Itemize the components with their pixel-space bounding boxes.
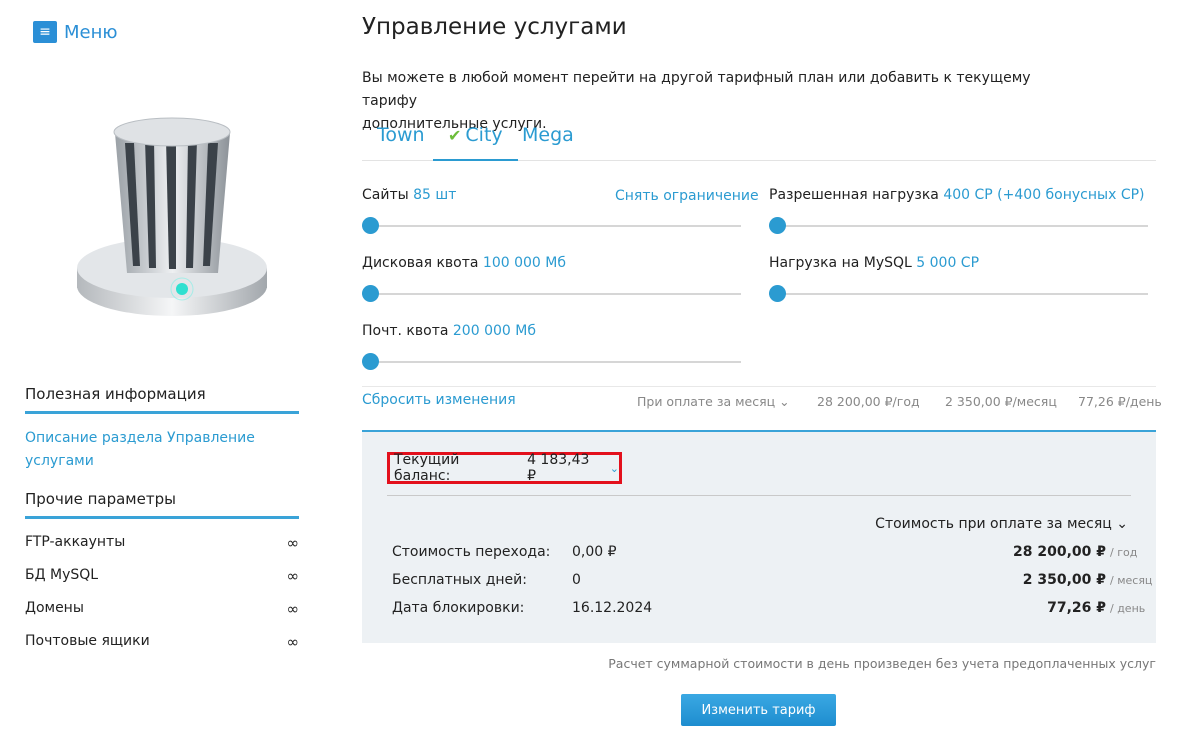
price-per-year: 28 200,00 ₽/год <box>817 394 920 409</box>
load-slider[interactable] <box>769 217 1148 235</box>
check-icon: ✔ <box>448 126 462 145</box>
disk-label: Дисковая квота 100 000 Мб <box>362 255 566 271</box>
mysql-value: 5 000 CP <box>916 255 980 271</box>
param-row-ftp: FTP-аккаунты ∞ <box>25 534 299 552</box>
cost-row-period: / год <box>1110 546 1138 559</box>
mail-label: Почт. квота 200 000 Мб <box>362 323 536 339</box>
infinity-value: ∞ <box>286 567 300 585</box>
param-name: FTP-аккаунты <box>25 534 126 550</box>
tab-town[interactable]: Town <box>362 120 440 161</box>
param-name: БД MySQL <box>25 567 99 583</box>
load-value: 400 CP (+400 бонусных CP) <box>943 187 1145 203</box>
load-label-text: Разрешенная нагрузка <box>769 187 939 203</box>
param-row-mailboxes: Почтовые ящики ∞ <box>25 633 299 651</box>
param-name: Домены <box>25 600 84 616</box>
cost-row-key: Бесплатных дней: <box>392 572 527 588</box>
cost-row-value: 0 <box>572 572 581 588</box>
chevron-down-icon: ⌄ <box>609 461 619 475</box>
sites-value: 85 шт <box>413 187 457 203</box>
slider-track <box>362 361 741 363</box>
tab-mega[interactable]: Mega <box>507 120 589 161</box>
menu-label: Меню <box>64 21 118 43</box>
cost-note: Расчет суммарной стоимости в день произв… <box>608 656 1156 671</box>
page-title: Управление услугами <box>362 14 627 40</box>
mail-label-text: Почт. квота <box>362 323 449 339</box>
infinity-value: ∞ <box>286 534 300 552</box>
slider-track <box>362 225 741 227</box>
tab-city[interactable]: ✔ City <box>433 120 518 161</box>
cost-row-period: / месяц <box>1110 574 1153 587</box>
chevron-down-icon: ⌄ <box>779 394 790 409</box>
cost-row-period: / день <box>1110 602 1146 615</box>
slider-track <box>769 225 1148 227</box>
section-description-link[interactable]: Описание раздела Управление услугами <box>25 427 275 473</box>
infinity-value: ∞ <box>286 600 300 618</box>
change-tariff-button[interactable]: Изменить тариф <box>681 694 836 726</box>
cost-period-label: Стоимость при оплате за месяц <box>875 516 1112 532</box>
sites-slider[interactable] <box>362 217 741 235</box>
disk-label-text: Дисковая квота <box>362 255 479 271</box>
cost-row-price: 2 350,00 ₽ <box>1022 572 1106 588</box>
slider-handle[interactable] <box>362 285 379 302</box>
mysql-label: Нагрузка на MySQL 5 000 CP <box>769 255 979 271</box>
period-label: При оплате за месяц <box>637 394 776 409</box>
chevron-down-icon: ⌄ <box>1116 516 1128 532</box>
mysql-slider[interactable] <box>769 285 1148 303</box>
load-label: Разрешенная нагрузка 400 CP (+400 бонусн… <box>769 187 1145 203</box>
tariff-tabs: Town ✔ City Mega <box>362 120 1156 161</box>
slider-handle[interactable] <box>362 353 379 370</box>
remove-limit-link[interactable]: Снять ограничение <box>615 188 759 204</box>
param-row-mysql: БД MySQL ∞ <box>25 567 299 585</box>
intro-line: Вы можете в любой момент перейти на друг… <box>362 70 1031 109</box>
balance-amount: 4 183,43 ₽ <box>527 452 590 484</box>
cost-period-dropdown[interactable]: Стоимость при оплате за месяц ⌄ <box>875 516 1128 532</box>
cost-row-key: Стоимость перехода: <box>392 544 551 560</box>
cost-row-value: 0,00 ₽ <box>572 544 617 560</box>
menu-button[interactable]: ≡ Меню <box>33 21 118 43</box>
divider <box>387 495 1131 496</box>
mysql-label-text: Нагрузка на MySQL <box>769 255 912 271</box>
slider-handle[interactable] <box>769 285 786 302</box>
hamburger-icon: ≡ <box>33 21 57 43</box>
slider-track <box>769 293 1148 295</box>
period-dropdown[interactable]: При оплате за месяц ⌄ <box>637 394 790 409</box>
cost-panel: Текущий баланс: 4 183,43 ₽ ⌄ Стоимость п… <box>362 430 1156 643</box>
cost-row-key: Дата блокировки: <box>392 600 525 616</box>
param-row-domains: Домены ∞ <box>25 600 299 618</box>
cost-row-price: 77,26 ₽ <box>1047 600 1106 616</box>
sites-label: Сайты 85 шт <box>362 187 456 203</box>
tab-city-label: City <box>465 124 503 146</box>
infinity-value: ∞ <box>286 633 300 651</box>
slider-track <box>362 293 741 295</box>
server-knob-illustration <box>77 117 267 316</box>
other-params-heading: Прочие параметры <box>25 490 299 519</box>
balance-dropdown[interactable]: Текущий баланс: 4 183,43 ₽ ⌄ <box>387 452 622 484</box>
slider-handle[interactable] <box>769 217 786 234</box>
slider-handle[interactable] <box>362 217 379 234</box>
balance-label: Текущий баланс: <box>394 452 460 484</box>
mail-slider[interactable] <box>362 353 741 371</box>
price-per-day: 77,26 ₽/день <box>1078 394 1162 409</box>
param-name: Почтовые ящики <box>25 633 150 649</box>
cost-row-value: 16.12.2024 <box>572 600 653 616</box>
disk-value: 100 000 Мб <box>482 255 566 271</box>
disk-slider[interactable] <box>362 285 741 303</box>
useful-info-heading: Полезная информация <box>25 385 299 414</box>
reset-changes-link[interactable]: Сбросить изменения <box>362 392 516 408</box>
divider <box>362 386 1156 387</box>
cost-row-price: 28 200,00 ₽ <box>1013 544 1106 560</box>
price-per-month: 2 350,00 ₽/месяц <box>945 394 1057 409</box>
sites-label-text: Сайты <box>362 187 409 203</box>
mail-value: 200 000 Мб <box>452 323 536 339</box>
